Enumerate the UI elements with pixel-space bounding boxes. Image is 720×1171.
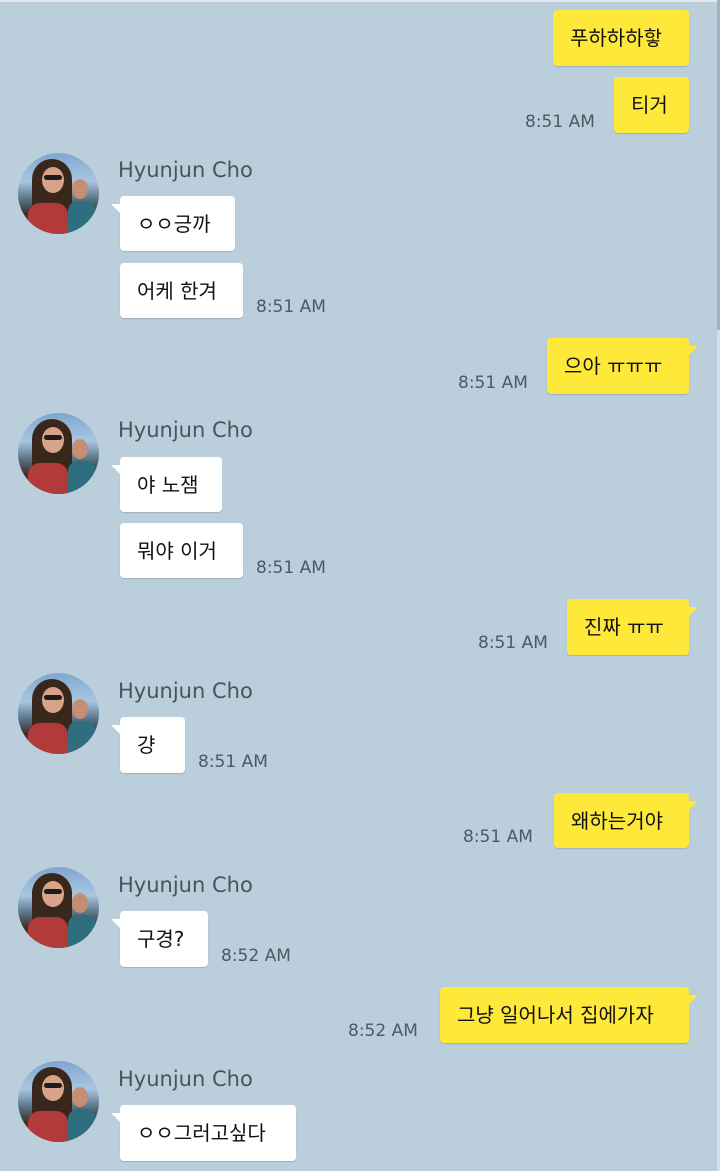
message-text: 왜하는거야 [571, 808, 663, 833]
message-timestamp: 8:51 AM [458, 373, 528, 393]
their-message-bubble[interactable]: ㅇㅇ긍까 [111, 196, 235, 251]
their-message-bubble[interactable]: 야 노잼 [111, 457, 222, 512]
message-timestamp: 8:51 AM [478, 633, 548, 653]
contact-avatar-icon[interactable] [18, 1061, 99, 1142]
my-message-bubble[interactable]: 그냥 일어나서 집에가자 [440, 987, 698, 1043]
message-text: 푸하하하핳 [570, 26, 662, 50]
my-message-bubble[interactable]: 진짜 ㅠㅠ [567, 599, 698, 655]
sender-name: Hyunjun Cho [118, 873, 253, 897]
chat-message-list[interactable]: 푸하하하핳 티거 8:51 AM Hyunjun Cho ㅇㅇ긍까 어케 한겨 … [0, 0, 720, 1171]
message-text: ㅇㅇ긍까 [137, 211, 211, 236]
their-message-bubble[interactable]: ㅇㅇ그러고싶다 [111, 1105, 296, 1161]
sender-name: Hyunjun Cho [118, 1067, 253, 1091]
contact-avatar-icon[interactable] [18, 413, 99, 494]
message-text: 어케 한겨 [137, 278, 217, 303]
their-message-bubble[interactable]: 구경? [111, 911, 208, 967]
message-timestamp: 8:51 AM [463, 827, 533, 847]
message-timestamp: 8:52 AM [348, 1021, 418, 1041]
message-timestamp: 8:51 AM [198, 752, 268, 772]
sender-name: Hyunjun Cho [118, 418, 253, 442]
their-message-bubble[interactable]: 걍 [111, 717, 185, 773]
contact-avatar-icon[interactable] [18, 673, 99, 754]
message-text: 뭐야 이거 [137, 538, 217, 563]
message-timestamp: 8:51 AM [525, 112, 595, 132]
sender-name: Hyunjun Cho [118, 679, 253, 703]
my-message-bubble[interactable]: 으아 ㅠㅠㅠ [547, 338, 698, 394]
message-text: 야 노잼 [137, 472, 199, 497]
message-text: 티거 [631, 93, 668, 117]
my-message-bubble[interactable]: 푸하하하핳 [553, 10, 689, 66]
my-message-bubble[interactable]: 왜하는거야 [554, 793, 698, 848]
message-timestamp: 8:51 AM [256, 297, 326, 317]
sender-name: Hyunjun Cho [118, 158, 253, 182]
message-timestamp: 8:51 AM [256, 558, 326, 578]
message-text: 구경? [137, 927, 185, 951]
contact-avatar-icon[interactable] [18, 867, 99, 948]
message-text: ㅇㅇ그러고싶다 [137, 1121, 266, 1145]
message-text: 걍 [137, 733, 156, 757]
message-text: 진짜 ㅠㅠ [584, 615, 664, 639]
message-timestamp: 8:52 AM [221, 946, 291, 966]
contact-avatar-icon[interactable] [18, 153, 99, 234]
message-text: 그냥 일어나서 집에가자 [457, 1003, 654, 1027]
their-message-bubble[interactable]: 뭐야 이거 [120, 523, 243, 578]
my-message-bubble[interactable]: 티거 [614, 77, 689, 133]
message-text: 으아 ㅠㅠㅠ [564, 354, 663, 378]
their-message-bubble[interactable]: 어케 한겨 [120, 263, 243, 318]
